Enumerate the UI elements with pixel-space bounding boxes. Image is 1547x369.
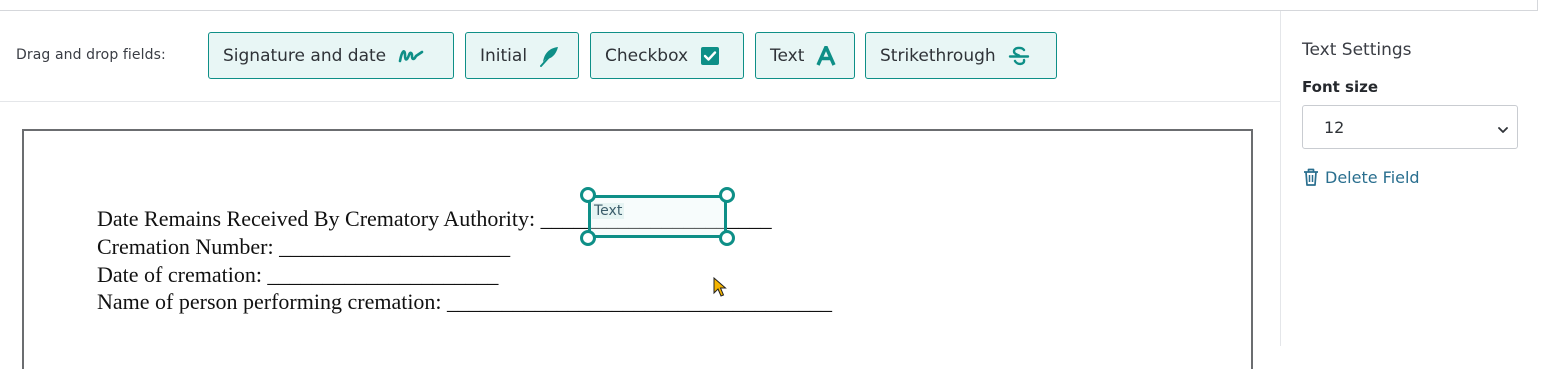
document-page[interactable]: Date Remains Received By Crematory Autho… [22, 129, 1253, 369]
font-size-select[interactable]: 12 [1302, 105, 1518, 149]
text-button[interactable]: Text [755, 32, 855, 79]
strikethrough-icon [1008, 45, 1030, 67]
text-field-placeholder: Text [592, 203, 625, 219]
chevron-down-icon [1497, 121, 1509, 140]
resize-handle-bottom-right[interactable] [719, 230, 735, 246]
settings-title: Text Settings [1302, 40, 1412, 60]
resize-handle-top-right[interactable] [719, 187, 735, 203]
mouse-cursor-icon [713, 276, 727, 301]
resize-handle-top-left[interactable] [580, 187, 596, 203]
trash-icon [1302, 167, 1320, 187]
text-label: Text [770, 45, 805, 66]
document-line: Cremation Number: _____________________ [97, 234, 511, 259]
signature-and-date-label: Signature and date [223, 45, 387, 66]
font-size-value: 12 [1324, 118, 1345, 137]
text-a-icon [816, 45, 836, 66]
delete-field-button[interactable]: Delete Field [1302, 167, 1420, 187]
feather-icon [539, 45, 561, 67]
initial-label: Initial [480, 45, 528, 66]
placed-text-field[interactable]: Text [580, 187, 735, 246]
document-line: Date of cremation: _____________________ [97, 262, 499, 287]
initial-button[interactable]: Initial [465, 32, 579, 79]
text-settings-panel: Text Settings Font size 12 Delete Field [1280, 11, 1538, 346]
document-viewer[interactable]: Date Remains Received By Crematory Autho… [0, 102, 1280, 369]
top-divider [0, 0, 1537, 11]
checkbox-button[interactable]: Checkbox [590, 32, 744, 79]
signature-and-date-button[interactable]: Signature and date [208, 32, 454, 79]
resize-handle-bottom-left[interactable] [580, 230, 596, 246]
checkbox-icon [700, 46, 720, 66]
toolbar-label: Drag and drop fields: [16, 47, 166, 63]
strikethrough-label: Strikethrough [880, 45, 996, 66]
delete-field-label: Delete Field [1325, 167, 1420, 187]
checkbox-label: Checkbox [605, 45, 689, 66]
field-toolbar: Drag and drop fields: Signature and date… [0, 11, 1280, 102]
signature-icon [398, 46, 424, 66]
strikethrough-button[interactable]: Strikethrough [865, 32, 1057, 79]
font-size-label: Font size [1302, 78, 1378, 96]
